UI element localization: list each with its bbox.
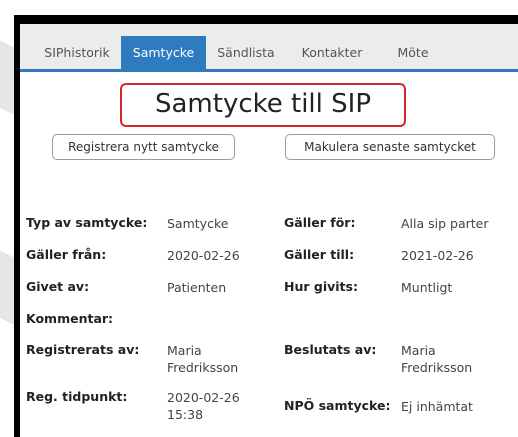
tab-samtycke[interactable]: Samtycke [121, 36, 206, 69]
typ-label: Typ av samtycke: [26, 215, 148, 230]
tab-sandlista[interactable]: Sändlista [206, 36, 286, 69]
cancel-latest-consent-button[interactable]: Makulera senaste samtycket [285, 134, 495, 160]
registrerats-label: Registrerats av: [26, 342, 140, 357]
window-frame-top [14, 15, 518, 24]
page-title: Samtycke till SIP [154, 89, 371, 119]
tab-siphistorik[interactable]: SIPhistorik [33, 36, 121, 69]
reg-tidpunkt-line2: 15:38 [167, 407, 204, 422]
reg-tidpunkt-label: Reg. tidpunkt: [26, 389, 128, 404]
givet-av-label: Givet av: [26, 279, 90, 294]
npo-value: Ej inhämtat [401, 399, 473, 414]
npo-label: NPÖ samtycke: [284, 398, 391, 413]
register-consent-button[interactable]: Registrera nytt samtycke [52, 134, 235, 160]
hur-givits-label: Hur givits: [284, 279, 358, 294]
tab-mote[interactable]: Möte [378, 36, 448, 69]
reg-tidpunkt-line1: 2020-02-26 [167, 390, 240, 405]
registrerats-value-line1: Maria [167, 343, 202, 358]
kommentar-label: Kommentar: [26, 311, 114, 326]
consent-panel: SIPhistorik Samtycke Sändlista Kontakter… [20, 24, 518, 437]
galler-for-label: Gäller för: [284, 215, 356, 230]
galler-fran-value: 2020-02-26 [167, 248, 240, 263]
registrerats-value-line2: Fredriksson [167, 360, 239, 375]
galler-till-label: Gäller till: [284, 247, 355, 262]
tab-kontakter[interactable]: Kontakter [286, 36, 378, 69]
hur-givits-value: Muntligt [401, 280, 453, 295]
beslutats-label: Beslutats av: [284, 342, 377, 357]
galler-fran-label: Gäller från: [26, 247, 107, 262]
tab-bar: SIPhistorik Samtycke Sändlista Kontakter… [20, 24, 518, 72]
galler-till-value: 2021-02-26 [401, 248, 474, 263]
givet-av-value: Patienten [167, 280, 227, 295]
beslutats-value-line1: Maria [401, 343, 436, 358]
typ-value: Samtycke [167, 216, 229, 231]
galler-for-value: Alla sip parter [401, 216, 489, 231]
beslutats-value-line2: Fredriksson [401, 360, 473, 375]
